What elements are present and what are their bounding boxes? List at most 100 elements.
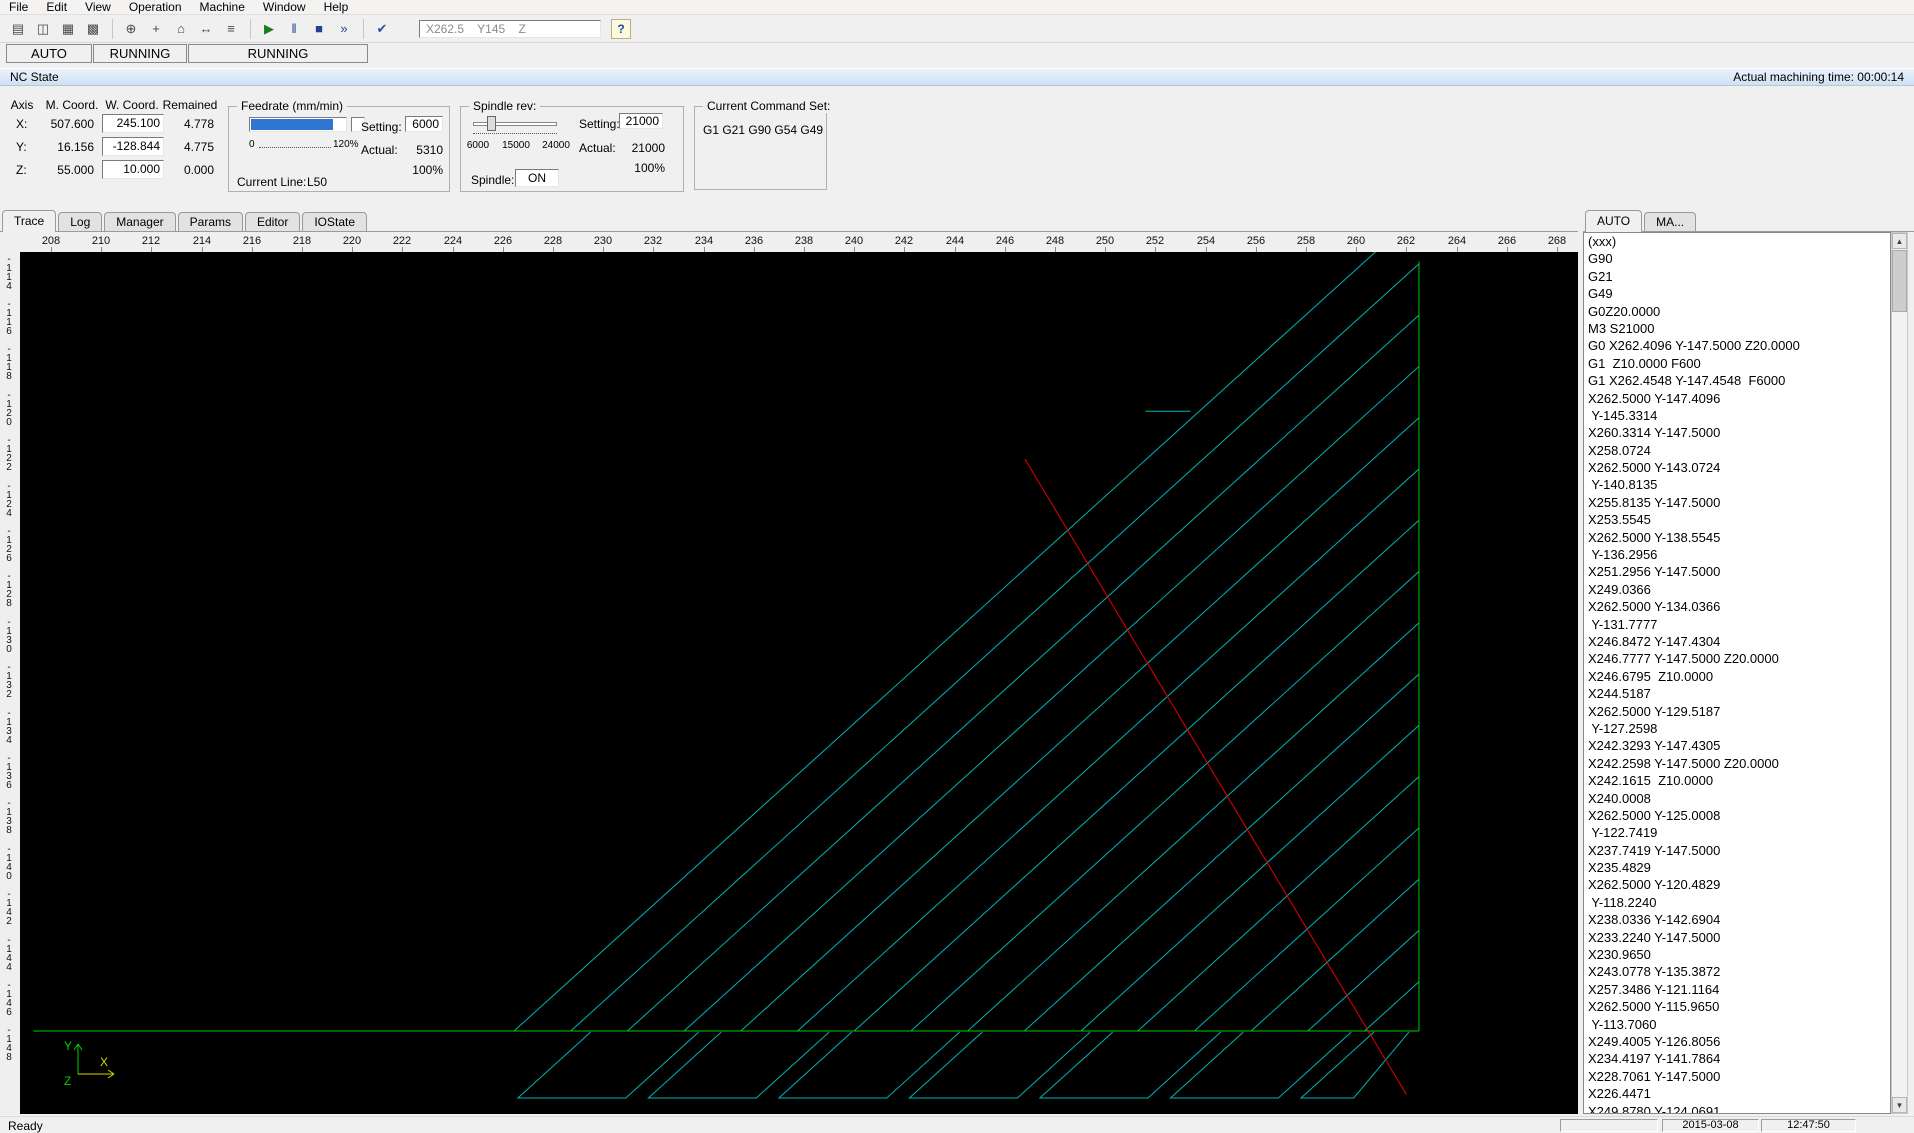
menu-file[interactable]: File [0, 0, 37, 14]
machining-time: Actual machining time: 00:00:14 [1733, 70, 1904, 84]
locate-center-icon[interactable]: ⊕ [119, 18, 143, 40]
grid-view-icon[interactable]: ▦ [56, 18, 80, 40]
gcode-line[interactable]: M3 S21000 [1584, 320, 1890, 337]
gcode-line[interactable]: G0Z20.0000 [1584, 303, 1890, 320]
mode-bar: AUTO RUNNING RUNNING [0, 43, 1914, 64]
gcode-line[interactable]: X249.4005 Y-126.8056 [1584, 1033, 1890, 1050]
gcode-line[interactable]: X246.7777 Y-147.5000 Z20.0000 [1584, 650, 1890, 667]
gcode-line[interactable]: X242.3293 Y-147.4305 [1584, 737, 1890, 754]
gcode-line[interactable]: X253.5545 [1584, 511, 1890, 528]
menu-machine[interactable]: Machine [191, 0, 254, 14]
gcode-line[interactable]: X244.5187 [1584, 685, 1890, 702]
gcode-line[interactable]: Y-131.7777 [1584, 616, 1890, 633]
menu-window[interactable]: Window [254, 0, 315, 14]
gcode-line[interactable]: X262.5000 Y-134.0366 [1584, 598, 1890, 615]
gcode-line[interactable]: X249.8780 Y-124.0691 [1584, 1103, 1890, 1113]
gcode-line[interactable]: G1 X262.4548 Y-147.4548 F6000 [1584, 372, 1890, 389]
gcode-line[interactable]: X226.4471 [1584, 1085, 1890, 1102]
home-icon[interactable]: ⌂ [169, 18, 193, 40]
gcode-line[interactable]: X235.4829 [1584, 859, 1890, 876]
tab-editor[interactable]: Editor [244, 212, 301, 231]
gcode-line[interactable]: X242.2598 Y-147.5000 Z20.0000 [1584, 755, 1890, 772]
gcode-line[interactable]: X262.5000 Y-147.4096 [1584, 390, 1890, 407]
window-layout-icon[interactable]: ◫ [31, 18, 55, 40]
gcode-line[interactable]: Y-113.7060 [1584, 1016, 1890, 1033]
gcode-scrollbar[interactable]: ▲ ▼ [1891, 232, 1908, 1114]
cnc-application-window: File Edit View Operation Machine Window Help ▤… [0, 0, 1914, 1133]
axis-header: Remained [162, 98, 218, 112]
tab-params[interactable]: Params [177, 212, 243, 231]
gcode-line[interactable]: Y-140.8135 [1584, 476, 1890, 493]
panel-view-icon[interactable]: ▩ [81, 18, 105, 40]
gcode-line[interactable]: X251.2956 Y-147.5000 [1584, 563, 1890, 580]
advanced-start-button[interactable]: » [332, 18, 356, 40]
gcode-line[interactable]: G90 [1584, 250, 1890, 267]
gcode-line[interactable]: G0 X262.4096 Y-147.5000 Z20.0000 [1584, 337, 1890, 354]
gcode-listbox[interactable]: (xxx) G90 G21 G49 G0Z20.0000 M3 S21000 G0 X262… [1583, 232, 1891, 1114]
spindle-slider-thumb[interactable] [487, 116, 496, 131]
trace-canvas[interactable]: Y Z X [20, 212, 1578, 1114]
coordinate-display-field[interactable]: X262.5 Y145 Z [419, 19, 601, 38]
gcode-line[interactable]: X262.5000 Y-115.9650 [1584, 998, 1890, 1015]
gcode-line[interactable]: X260.3314 Y-147.5000 [1584, 424, 1890, 441]
list-view-icon[interactable]: ≡ [219, 18, 243, 40]
work-coord-field[interactable]: 10.000 [102, 160, 164, 179]
gcode-line[interactable]: X262.5000 Y-143.0724 [1584, 459, 1890, 476]
spindle-setting-input[interactable]: 21000 [619, 113, 663, 129]
gcode-line[interactable]: X246.8472 Y-147.4304 [1584, 633, 1890, 650]
work-coord-field[interactable]: -128.844 [102, 137, 164, 156]
spindle-slider[interactable] [473, 122, 557, 126]
gcode-line[interactable]: X257.3486 Y-121.1164 [1584, 981, 1890, 998]
menu-help[interactable]: Help [315, 0, 358, 14]
gcode-line[interactable]: Y-122.7419 [1584, 824, 1890, 841]
gcode-line[interactable]: Y-145.3314 [1584, 407, 1890, 424]
gcode-line[interactable]: X240.0008 [1584, 790, 1890, 807]
feedrate-setting-input[interactable]: 6000 [405, 116, 443, 132]
gcode-line[interactable]: Y-118.2240 [1584, 894, 1890, 911]
program-tab-auto[interactable]: AUTO [1585, 210, 1643, 232]
gcode-line[interactable]: X262.5000 Y-120.4829 [1584, 876, 1890, 893]
help-button[interactable]: ? [611, 18, 631, 39]
gcode-line[interactable]: X230.9650 [1584, 946, 1890, 963]
pause-button[interactable]: ‖ [282, 18, 306, 40]
gcode-line[interactable]: X237.7419 Y-147.5000 [1584, 842, 1890, 859]
gcode-line[interactable]: Y-136.2956 [1584, 546, 1890, 563]
menu-view[interactable]: View [76, 0, 120, 14]
gcode-line[interactable]: Y-127.2598 [1584, 720, 1890, 737]
scrollbar-thumb[interactable] [1892, 250, 1907, 312]
gcode-line[interactable]: X242.1615 Z10.0000 [1584, 772, 1890, 789]
gcode-line[interactable]: X228.7061 Y-147.5000 [1584, 1068, 1890, 1085]
mode-indicator-auto[interactable]: AUTO [6, 44, 92, 63]
tab-trace[interactable]: Trace [2, 210, 57, 232]
gcode-line[interactable]: X249.0366 [1584, 581, 1890, 598]
work-coord-field[interactable]: 245.100 [102, 114, 164, 133]
menu-edit[interactable]: Edit [37, 0, 76, 14]
gcode-line[interactable]: X233.2240 Y-147.5000 [1584, 929, 1890, 946]
gcode-line[interactable]: (xxx) [1584, 233, 1890, 250]
verify-button[interactable]: ✔ [370, 18, 394, 40]
gcode-line[interactable]: X238.0336 Y-142.6904 [1584, 911, 1890, 928]
start-button[interactable]: ▶ [257, 18, 281, 40]
gcode-line[interactable]: X258.0724 [1584, 442, 1890, 459]
stop-button[interactable]: ■ [307, 18, 331, 40]
open-file-icon[interactable]: ▤ [6, 18, 30, 40]
gcode-line[interactable]: X243.0778 Y-135.3872 [1584, 963, 1890, 980]
gcode-line[interactable]: G21 [1584, 268, 1890, 285]
scroll-up-button[interactable]: ▲ [1892, 233, 1907, 249]
crosshair-icon[interactable]: + [144, 18, 168, 40]
gcode-line[interactable]: G1 Z10.0000 F600 [1584, 355, 1890, 372]
gcode-line[interactable]: X262.5000 Y-125.0008 [1584, 807, 1890, 824]
program-tab-ma[interactable]: MA... [1644, 212, 1697, 231]
tab-iostate[interactable]: IOState [302, 212, 368, 231]
tab-manager[interactable]: Manager [104, 212, 176, 231]
scroll-down-button[interactable]: ▼ [1892, 1097, 1907, 1113]
gcode-line[interactable]: X255.8135 Y-147.5000 [1584, 494, 1890, 511]
gcode-line[interactable]: G49 [1584, 285, 1890, 302]
gcode-line[interactable]: X246.6795 Z10.0000 [1584, 668, 1890, 685]
gcode-line[interactable]: X262.5000 Y-129.5187 [1584, 703, 1890, 720]
gcode-line[interactable]: X262.5000 Y-138.5545 [1584, 529, 1890, 546]
fit-view-icon[interactable]: ↔ [194, 18, 218, 40]
menu-operation[interactable]: Operation [120, 0, 191, 14]
tab-log[interactable]: Log [58, 212, 103, 231]
gcode-line[interactable]: X234.4197 Y-141.7864 [1584, 1050, 1890, 1067]
